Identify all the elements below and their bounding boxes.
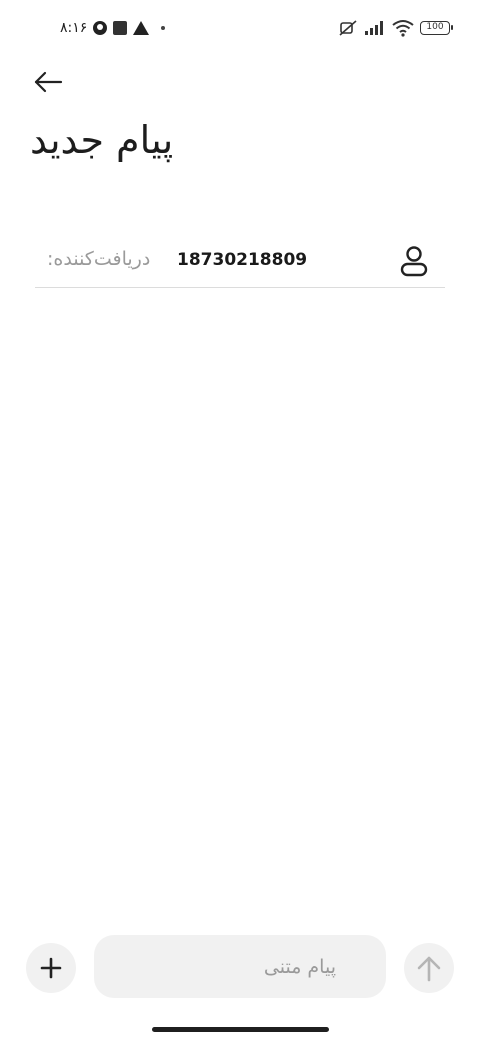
recipient-label: دریافت‌کننده: — [47, 248, 151, 270]
arrow-up-icon — [417, 956, 441, 982]
back-button[interactable] — [30, 64, 66, 100]
person-icon — [400, 246, 428, 277]
wifi-icon — [392, 20, 414, 37]
status-bar: ۸:۱۶ 100 — [0, 14, 480, 42]
dot-icon — [161, 26, 166, 30]
arrow-left-icon — [34, 71, 63, 93]
status-bar-left: ۸:۱۶ — [60, 14, 166, 42]
warning-icon — [133, 21, 150, 35]
send-button[interactable] — [404, 943, 454, 993]
message-input[interactable] — [94, 935, 386, 998]
add-attachment-button[interactable] — [26, 943, 76, 993]
circle-app-icon — [93, 21, 108, 35]
status-time: ۸:۱۶ — [60, 20, 88, 36]
status-bar-right: 100 — [338, 14, 453, 42]
plus-icon — [40, 957, 62, 979]
home-indicator[interactable] — [152, 1027, 329, 1032]
square-app-icon — [113, 21, 128, 35]
recipient-number[interactable]: 18730218809 — [177, 250, 307, 270]
contact-picker-button[interactable] — [397, 244, 431, 278]
signal-icon — [365, 21, 383, 35]
page-title: پیام جدید — [30, 118, 174, 162]
recipient-field[interactable]: دریافت‌کننده: 18730218809 — [35, 236, 445, 288]
battery-icon: 100 — [420, 21, 453, 35]
new-message-screen: ۸:۱۶ 100 — [0, 0, 480, 1040]
mute-icon — [339, 20, 357, 36]
